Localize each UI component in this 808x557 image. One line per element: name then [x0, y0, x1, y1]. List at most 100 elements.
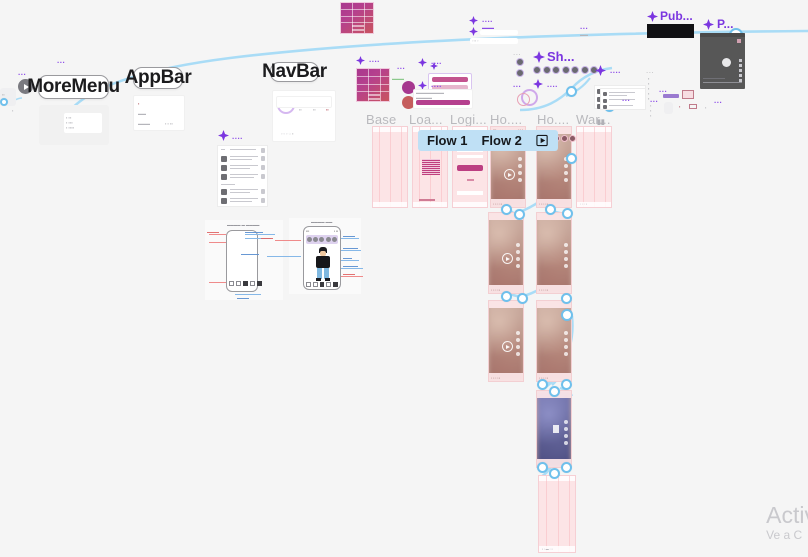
mini-chip [689, 104, 697, 109]
form-submit[interactable] [416, 100, 470, 105]
mini-chip: ▬▬▬ [392, 76, 404, 81]
magenta-component-large[interactable] [340, 2, 374, 34]
loader-ring-2 [517, 93, 530, 106]
frame-label-warn[interactable]: War... [576, 112, 611, 127]
avatar-illustration [315, 247, 331, 281]
prototype-node[interactable] [549, 468, 560, 479]
prototype-node[interactable] [566, 153, 577, 164]
micro-label-grey: ... [646, 66, 655, 75]
present-flow-icon[interactable] [536, 134, 549, 147]
prototype-node[interactable] [537, 379, 548, 390]
frame-label-home1[interactable]: Ho.... [490, 112, 522, 127]
prototype-node[interactable] [561, 293, 572, 304]
micro-label-purple: .... [369, 55, 380, 64]
micro-label-purple: ... [57, 56, 66, 65]
component-label-share: Sh... [547, 49, 575, 64]
toolbar-preview[interactable] [276, 96, 332, 108]
frame-label-home2[interactable]: Ho.... [537, 112, 569, 127]
frame-label-login[interactable]: Logi... [450, 112, 487, 127]
prototype-node[interactable] [561, 462, 572, 473]
mini-field[interactable] [480, 30, 518, 35]
design-canvas[interactable]: ... ▪▪ ▪ ... MoreMenu ▪ ▪▪ ▪ ▪▪▪ ▪ ▪▪▪▪ … [0, 0, 808, 557]
component-pill-nav-bar[interactable]: NavBar [262, 61, 327, 82]
mini-frame[interactable] [664, 102, 673, 114]
mini-frame-dot: ▪ [12, 108, 14, 113]
micro-label-purple: .... [232, 132, 243, 141]
flow-screen-1[interactable]: ▫ ▫ ▫ ▫ ▪ [488, 212, 524, 294]
prototype-node[interactable] [0, 98, 8, 106]
tab-flow-2[interactable]: Flow 2 [481, 133, 521, 148]
component-diamond-icon [533, 79, 543, 89]
micro-label-purple: .... [610, 66, 621, 75]
app-bar-sub: ▬▬▬ [138, 121, 150, 126]
micro-label-purple: .... [431, 80, 442, 89]
avatar-row [533, 66, 598, 74]
avatar-dot [516, 58, 524, 66]
loading-pattern [422, 159, 440, 175]
frame-label-load[interactable]: Loa... [409, 112, 443, 127]
mini-frame-text: ▪▪ [2, 92, 5, 97]
annotation-sheet-1[interactable]: ▬▬▬▬ ▬ ▬▬▬▬ ▬▬▬▬ ▬▬▬▬▬▬ ▬▬▬▬ [205, 220, 283, 300]
flow-selection-overlay[interactable]: Flow 1 Flow 2 [418, 130, 558, 151]
component-diamond-icon [356, 56, 365, 65]
component-diamond-icon [418, 58, 427, 67]
play-icon[interactable] [722, 58, 731, 67]
micro-label-purple: ... [659, 85, 668, 94]
prototype-node[interactable] [501, 291, 512, 302]
component-label-publish: Pub... [660, 9, 693, 23]
player-mockup[interactable] [700, 33, 745, 89]
app-bar-title: ▬▬ [138, 111, 146, 116]
prototype-node[interactable] [561, 309, 573, 321]
micro-label-grey: ... [513, 48, 522, 57]
pause-icon[interactable] [553, 425, 559, 433]
component-diamond-icon [533, 51, 545, 63]
component-pill-label: NavBar [262, 61, 327, 82]
component-pill-app-bar[interactable]: AppBar [125, 67, 192, 89]
prototype-node[interactable] [561, 379, 572, 390]
mini-toolbar-icons: ▫ ▪ ▫ [472, 38, 479, 43]
play-icon[interactable] [502, 341, 513, 352]
publish-banner[interactable] [647, 24, 694, 38]
prototype-node[interactable] [517, 293, 528, 304]
component-pill-more-menu[interactable]: MoreMenu [27, 75, 120, 99]
prototype-node[interactable] [545, 204, 556, 215]
app-bar-actions: ▪ ▪ ▪▪ [165, 121, 173, 126]
flow-screen-6[interactable]: ▪ ▫ ▬ ▫ ▪ [538, 475, 576, 553]
micro-label-purple: .... [431, 57, 442, 66]
component-diamond-icon [218, 130, 229, 141]
flow-screen-2[interactable]: ▫ ▫ ▫ ▫ ▪ [536, 212, 572, 294]
prototype-node[interactable] [566, 86, 577, 97]
component-diamond-icon [703, 19, 714, 30]
avatar-dot [516, 69, 524, 77]
mini-purple-bar [663, 94, 679, 98]
flow-screen-3[interactable]: ▫ ▫ ▫ ▫ ▪ [488, 300, 524, 382]
flow-screen-5[interactable]: ▫ ▫ ▫ ▫ ▪ [536, 390, 572, 468]
notifications-list-card[interactable] [217, 145, 268, 207]
prototype-node[interactable] [514, 209, 525, 220]
screen-warning[interactable]: ▫ ▫ ▫ ▪ [576, 126, 612, 208]
watermark-line-1: Activ [766, 502, 808, 528]
component-diamond-icon [647, 11, 658, 22]
annotation-sheet-2[interactable]: ▬▬▬▬ ▬▬ ▪▪▪ ▪ ▪▪ ▬▬▬▬ ▬▬▬▬▬▬ ▬▬▬▬ ▬▬▬▬▬ … [241, 218, 363, 294]
mini-card [682, 90, 694, 99]
windows-activation-watermark: Activ Ve a C [766, 502, 808, 543]
prototype-node[interactable] [549, 386, 560, 397]
menu-row: ▪ ▪▪▪▪ [66, 125, 75, 130]
micro-label-purple: ... [513, 80, 522, 89]
component-diamond-icon [469, 16, 478, 25]
tab-flow-1[interactable]: Flow 1 [427, 133, 467, 148]
micro-label-purple: ... [622, 94, 631, 103]
mini-badge: ▪ [679, 104, 681, 109]
wireframe-phone-2: ▪▪▪ ▪ ▪▪ [303, 226, 341, 290]
prototype-node[interactable] [537, 462, 548, 473]
screen-base[interactable] [372, 126, 408, 208]
frame-label-base[interactable]: Base [366, 112, 396, 127]
watermark-line-2: Ve a C [766, 528, 803, 542]
magenta-component-2[interactable] [356, 68, 390, 102]
component-pill-label: AppBar [124, 67, 192, 88]
play-icon[interactable] [504, 169, 515, 180]
play-icon[interactable] [502, 253, 513, 264]
prototype-node[interactable] [562, 208, 573, 219]
micro-label-purple: .... [482, 15, 493, 24]
prototype-node[interactable] [501, 204, 512, 215]
